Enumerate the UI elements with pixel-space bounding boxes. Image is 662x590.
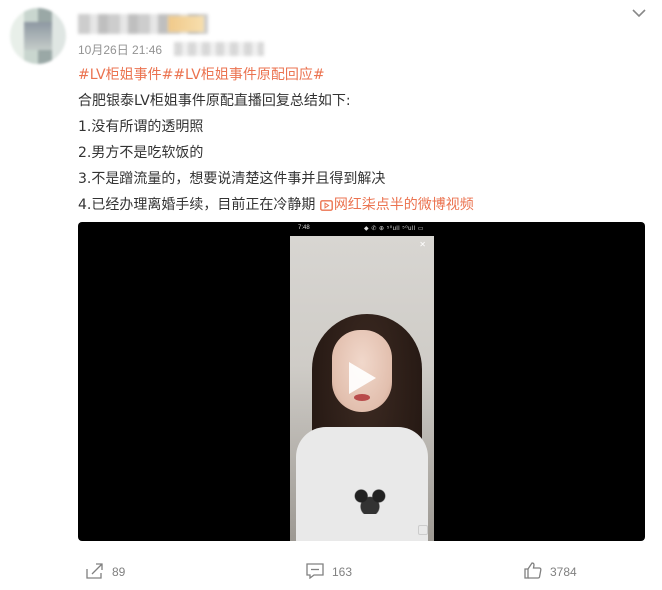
chevron-down-icon <box>632 2 646 21</box>
like-count: 3784 <box>550 565 577 579</box>
post-point-2: 2.男方不是吃软饭的 <box>78 145 204 161</box>
avatar[interactable] <box>10 8 66 64</box>
post-point-4-line: 4.已经办理离婚手续，目前正在冷静期 网红柒点半的微博视频 <box>78 192 648 218</box>
post-intro: 合肥银泰LV柜姐事件原配直播回复总结如下: <box>78 93 351 109</box>
hashtag-lv-event[interactable]: #LV柜姐事件# <box>78 67 173 83</box>
hashtag-lv-event-response[interactable]: #LV柜姐事件原配回应# <box>173 67 324 83</box>
comment-count: 163 <box>332 565 353 579</box>
hashtag-line: #LV柜姐事件##LV柜姐事件原配回应# <box>78 62 648 88</box>
play-icon <box>345 360 379 400</box>
phone-signal-icons: ◆ ✆ ⊕ ⁵⁰ull ⁵⁰ull ▭ <box>364 226 424 232</box>
post-point-4: 4.已经办理离婚手续，目前正在冷静期 <box>78 197 316 213</box>
thumbs-up-icon <box>524 562 542 582</box>
comment-icon <box>306 562 324 582</box>
post-timestamp[interactable]: 10月26日 21:46 <box>78 41 162 58</box>
weibo-post-card: 10月26日 21:46 #LV柜姐事件##LV柜姐事件原配回应# 合肥银泰LV… <box>0 0 662 590</box>
comment-button[interactable]: 163 <box>306 560 352 584</box>
like-button[interactable]: 3784 <box>524 560 577 584</box>
repost-count: 89 <box>112 565 126 579</box>
user-badge-blurred <box>168 16 204 32</box>
play-button[interactable] <box>344 362 380 398</box>
post-body: #LV柜姐事件##LV柜姐事件原配回应# 合肥银泰LV柜姐事件原配直播回复总结如… <box>78 62 648 218</box>
post-source-blurred <box>174 42 264 56</box>
post-point-3: 3.不是蹭流量的，想要说清楚这件事并且得到解决 <box>78 171 386 187</box>
post-menu-button[interactable] <box>626 0 652 22</box>
phone-time: 7:48 <box>298 225 310 231</box>
close-icon: ✕ <box>419 240 426 249</box>
video-link[interactable]: 网红柒点半的微博视频 <box>319 197 474 213</box>
video-player[interactable]: 7:48 ◆ ✆ ⊕ ⁵⁰ull ⁵⁰ull ▭ ✕ <box>78 222 645 541</box>
phone-status-bar: 7:48 ◆ ✆ ⊕ ⁵⁰ull ⁵⁰ull ▭ <box>290 222 434 236</box>
video-link-label: 网红柒点半的微博视频 <box>333 197 474 213</box>
post-point-1: 1.没有所谓的透明照 <box>78 119 204 135</box>
repost-button[interactable]: 89 <box>86 560 125 584</box>
share-icon <box>86 562 104 582</box>
shirt-print <box>348 484 392 514</box>
phone-corner-icon <box>418 525 428 535</box>
video-link-icon <box>319 197 334 213</box>
